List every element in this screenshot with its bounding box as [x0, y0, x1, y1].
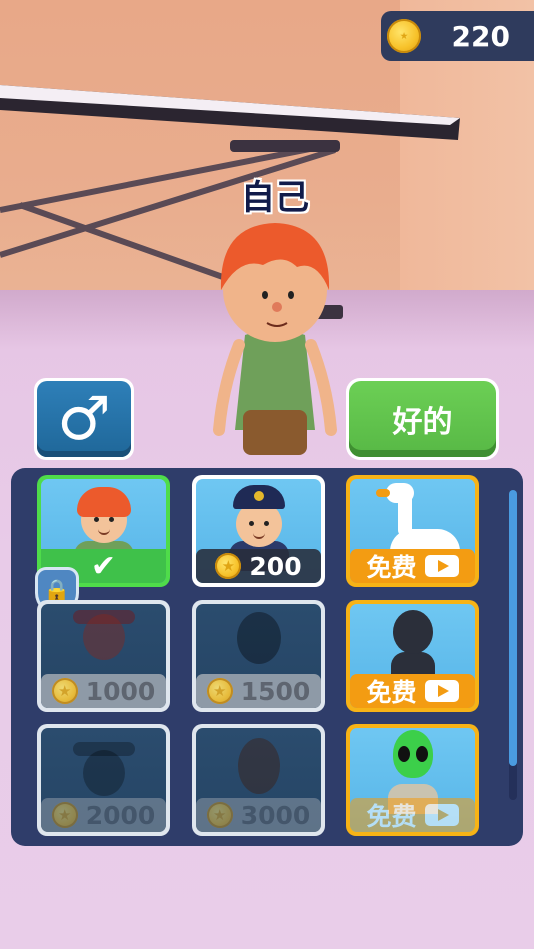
dark-head [392, 610, 433, 654]
video-ad-icon [424, 804, 459, 826]
skin-card-ninja[interactable]: 1500 [192, 600, 325, 712]
coin-icon [51, 802, 78, 828]
cowboy-head [82, 750, 125, 796]
price-value: 2000 [85, 800, 156, 830]
free-ad-button[interactable]: 免费 [350, 798, 475, 832]
ok-button[interactable]: 好的 [346, 378, 499, 460]
goose-head [386, 483, 414, 503]
gender-toggle-button[interactable]: ♂ [34, 378, 134, 460]
price-value: 3000 [240, 800, 311, 830]
skin-card-alien[interactable]: 免费 [346, 724, 479, 836]
ok-button-label: 好的 [349, 381, 496, 457]
pirate-head [82, 614, 125, 660]
free-label: 免费 [366, 802, 417, 831]
coin-counter: 220 [381, 11, 534, 61]
hair [76, 487, 131, 517]
price-value: 1000 [85, 676, 156, 706]
scrollbar-thumb[interactable] [509, 490, 517, 766]
price-tag: 2000 [41, 798, 166, 832]
coin-count: 220 [451, 20, 510, 53]
coin-icon [215, 553, 242, 579]
alien-head [392, 730, 433, 778]
skin-card-police[interactable]: 200 [192, 475, 325, 587]
coin-icon [387, 19, 421, 53]
free-ad-button[interactable]: 免费 [350, 549, 475, 583]
price-tag: 200 [196, 549, 321, 583]
coin-icon [206, 802, 233, 828]
free-label: 免费 [366, 553, 417, 582]
skin-card-cowboy[interactable]: 2000 [37, 724, 170, 836]
video-ad-icon [424, 555, 459, 577]
price-value: 200 [249, 551, 302, 581]
skin-card-pirate[interactable]: 1000 [37, 600, 170, 712]
skin-card-goose[interactable]: 免费 [346, 475, 479, 587]
price-tag: 1500 [196, 674, 321, 708]
price-tag: 1000 [41, 674, 166, 708]
free-ad-button[interactable]: 免费 [350, 674, 475, 708]
price-tag: 3000 [196, 798, 321, 832]
player-character [213, 223, 337, 455]
free-label: 免费 [366, 678, 417, 707]
police-cap [232, 485, 285, 509]
skin-card-bearded[interactable]: 3000 [192, 724, 325, 836]
male-symbol-icon: ♂ [37, 381, 131, 457]
coin-icon [206, 678, 233, 704]
coin-icon [51, 678, 78, 704]
bearded-head [237, 738, 280, 794]
price-value: 1500 [240, 676, 311, 706]
video-ad-icon [424, 680, 459, 702]
goose-beak [376, 489, 390, 497]
ninja-head [236, 612, 281, 664]
panel-scrollbar[interactable] [509, 490, 517, 800]
skin-card-shadow[interactable]: 免费 [346, 600, 479, 712]
player-name-label: 自己 [241, 178, 309, 218]
